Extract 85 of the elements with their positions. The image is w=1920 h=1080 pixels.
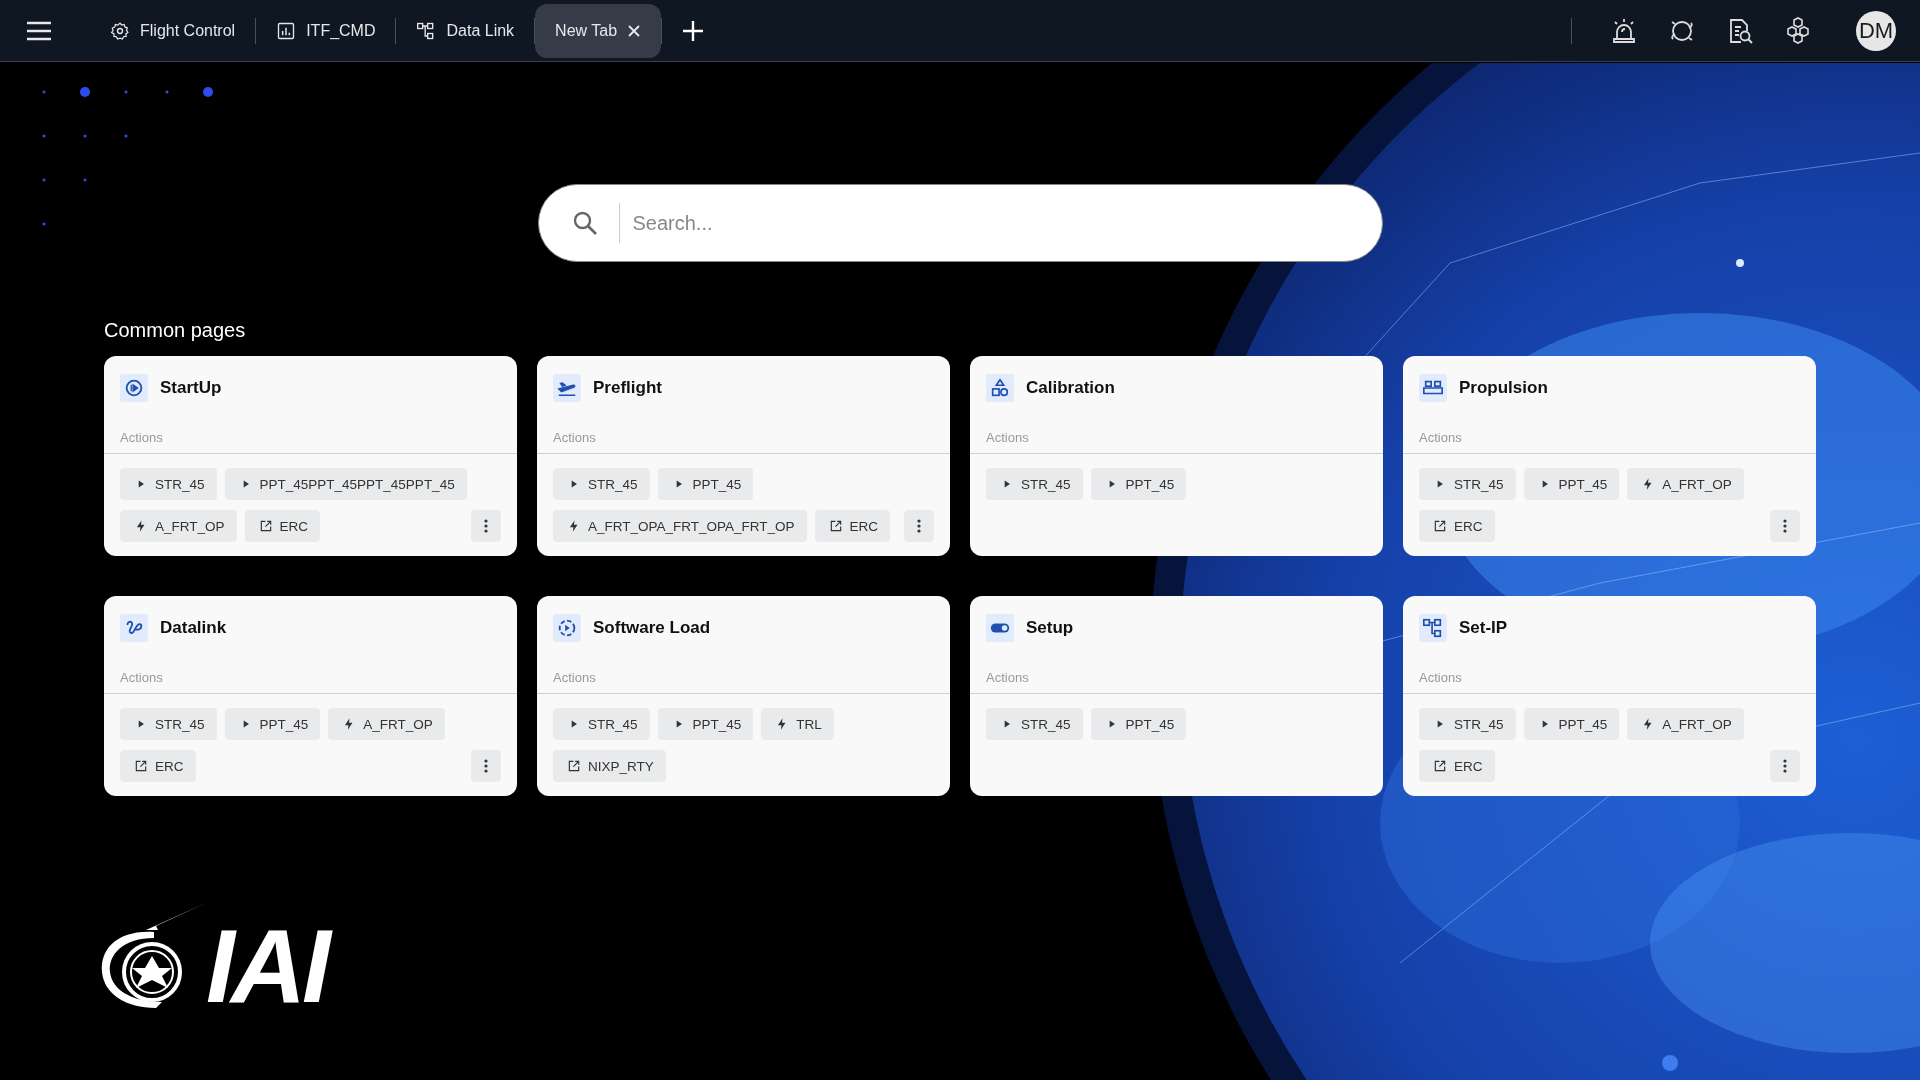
card-title: Preflight [593, 378, 662, 398]
external-link-icon [134, 759, 148, 773]
action-chip[interactable]: NIXP_RTY [553, 750, 666, 782]
action-chip[interactable]: STR_45 [120, 708, 217, 740]
more-icon [484, 519, 488, 533]
tab[interactable]: New Tab [535, 3, 662, 58]
page-card[interactable]: StartUp Actions STR_45 PPT_45PPT_45PPT_45PPT_45 A_FRT_OP ERC [104, 356, 517, 556]
airplane-takeoff-icon [553, 374, 581, 402]
external-link-icon [1433, 759, 1447, 773]
action-chip[interactable]: A_FRT_OPA_FRT_OPA_FRT_OP [553, 510, 807, 542]
card-title: Software Load [593, 618, 711, 638]
page-card[interactable]: Set-IP Actions STR_45 PPT_45 A_FRT_OP ERC [1403, 596, 1816, 796]
nodes-icon [1419, 614, 1447, 642]
more-icon [1783, 759, 1787, 773]
action-chip[interactable]: STR_45 [986, 708, 1083, 740]
card-title: Calibration [1026, 378, 1115, 398]
play-sync-icon [553, 614, 581, 642]
actions-label: Actions [1419, 430, 1462, 445]
action-chip[interactable]: STR_45 [986, 468, 1083, 500]
tab[interactable]: ITF_CMD [256, 3, 396, 58]
tab[interactable]: Data Link [396, 3, 535, 58]
action-chip[interactable]: TRL [761, 708, 834, 740]
action-chip[interactable]: PPT_45PPT_45PPT_45PPT_45 [224, 468, 467, 500]
action-chip[interactable]: STR_45 [553, 468, 650, 500]
action-chip[interactable]: ERC [120, 750, 196, 782]
action-chip[interactable]: A_FRT_OP [120, 510, 237, 542]
actions-label: Actions [986, 670, 1029, 685]
section-title: Common pages [104, 319, 246, 342]
shapes-icon [986, 374, 1014, 402]
action-chip[interactable]: STR_45 [120, 468, 217, 500]
search-field[interactable]: Search... [537, 184, 1383, 262]
actions-label: Actions [120, 430, 163, 445]
loop-path-icon [120, 614, 148, 642]
external-link-icon [567, 759, 581, 773]
action-chip[interactable]: PPT_45 [657, 708, 754, 740]
action-chip[interactable]: A_FRT_OP [328, 708, 445, 740]
external-link-icon [828, 519, 843, 533]
page-card[interactable]: Preflight Actions STR_45 PPT_45 A_FRT_OPA_FRT_OPA_FRT_OP ERC [537, 356, 950, 556]
card-title: Setup [1026, 618, 1074, 638]
external-link-icon [258, 519, 273, 533]
add-tab-icon[interactable] [682, 19, 705, 42]
page-card[interactable]: Propulsion Actions STR_45 PPT_45 A_FRT_OP ERC [1403, 356, 1816, 556]
search-icon [571, 210, 598, 236]
more-icon [484, 759, 488, 773]
page-card[interactable]: Datalink Actions STR_45 PPT_45 A_FRT_OP ERC [104, 596, 517, 796]
card-title: Datalink [160, 618, 227, 638]
actions-label: Actions [120, 670, 163, 685]
tab[interactable]: Flight Control [90, 3, 256, 58]
page-card[interactable]: Software Load Actions STR_45 PPT_45 TRL NIXP_RTY [537, 596, 950, 796]
external-link-icon [1433, 519, 1447, 533]
gear-icon [110, 20, 130, 41]
action-chip[interactable]: PPT_45 [1090, 708, 1187, 740]
action-chip[interactable]: PPT_45 [1090, 468, 1187, 500]
action-chip[interactable]: PPT_45 [657, 468, 754, 500]
action-chip[interactable]: STR_45 [553, 708, 650, 740]
bar-chart-icon [276, 20, 297, 41]
more-icon [917, 519, 921, 533]
action-chip[interactable]: PPT_45 [1523, 468, 1620, 500]
close-icon[interactable] [627, 23, 642, 38]
action-chip[interactable]: PPT_45 [224, 708, 321, 740]
action-chip[interactable]: STR_45 [1419, 708, 1516, 740]
page-card[interactable]: Setup Actions STR_45 PPT_45 [970, 596, 1383, 796]
cubes-icon[interactable] [1784, 16, 1812, 45]
action-chip[interactable]: ERC [1419, 750, 1495, 782]
card-title: Propulsion [1459, 378, 1548, 398]
user-avatar[interactable]: DM [1856, 10, 1896, 51]
siren-icon[interactable] [1610, 16, 1638, 45]
toggle-icon [986, 614, 1014, 642]
actions-label: Actions [986, 430, 1029, 445]
menu-icon[interactable] [26, 20, 52, 41]
action-chip[interactable]: ERC [244, 510, 321, 542]
action-chip[interactable]: STR_45 [1419, 468, 1516, 500]
card-title: Set-IP [1459, 618, 1508, 638]
page-card[interactable]: Calibration Actions STR_45 PPT_45 [970, 356, 1383, 556]
action-chip[interactable]: A_FRT_OP [1627, 708, 1744, 740]
card-title: StartUp [160, 378, 222, 398]
action-chip[interactable]: ERC [1419, 510, 1495, 542]
actions-label: Actions [553, 670, 596, 685]
actions-label: Actions [1419, 670, 1462, 685]
action-chip[interactable]: A_FRT_OP [1627, 468, 1744, 500]
more-icon [1783, 519, 1787, 533]
action-chip[interactable]: PPT_45 [1523, 708, 1620, 740]
engine-blocks-icon [1419, 374, 1447, 402]
action-chip[interactable]: ERC [814, 510, 891, 542]
actions-label: Actions [553, 430, 596, 445]
